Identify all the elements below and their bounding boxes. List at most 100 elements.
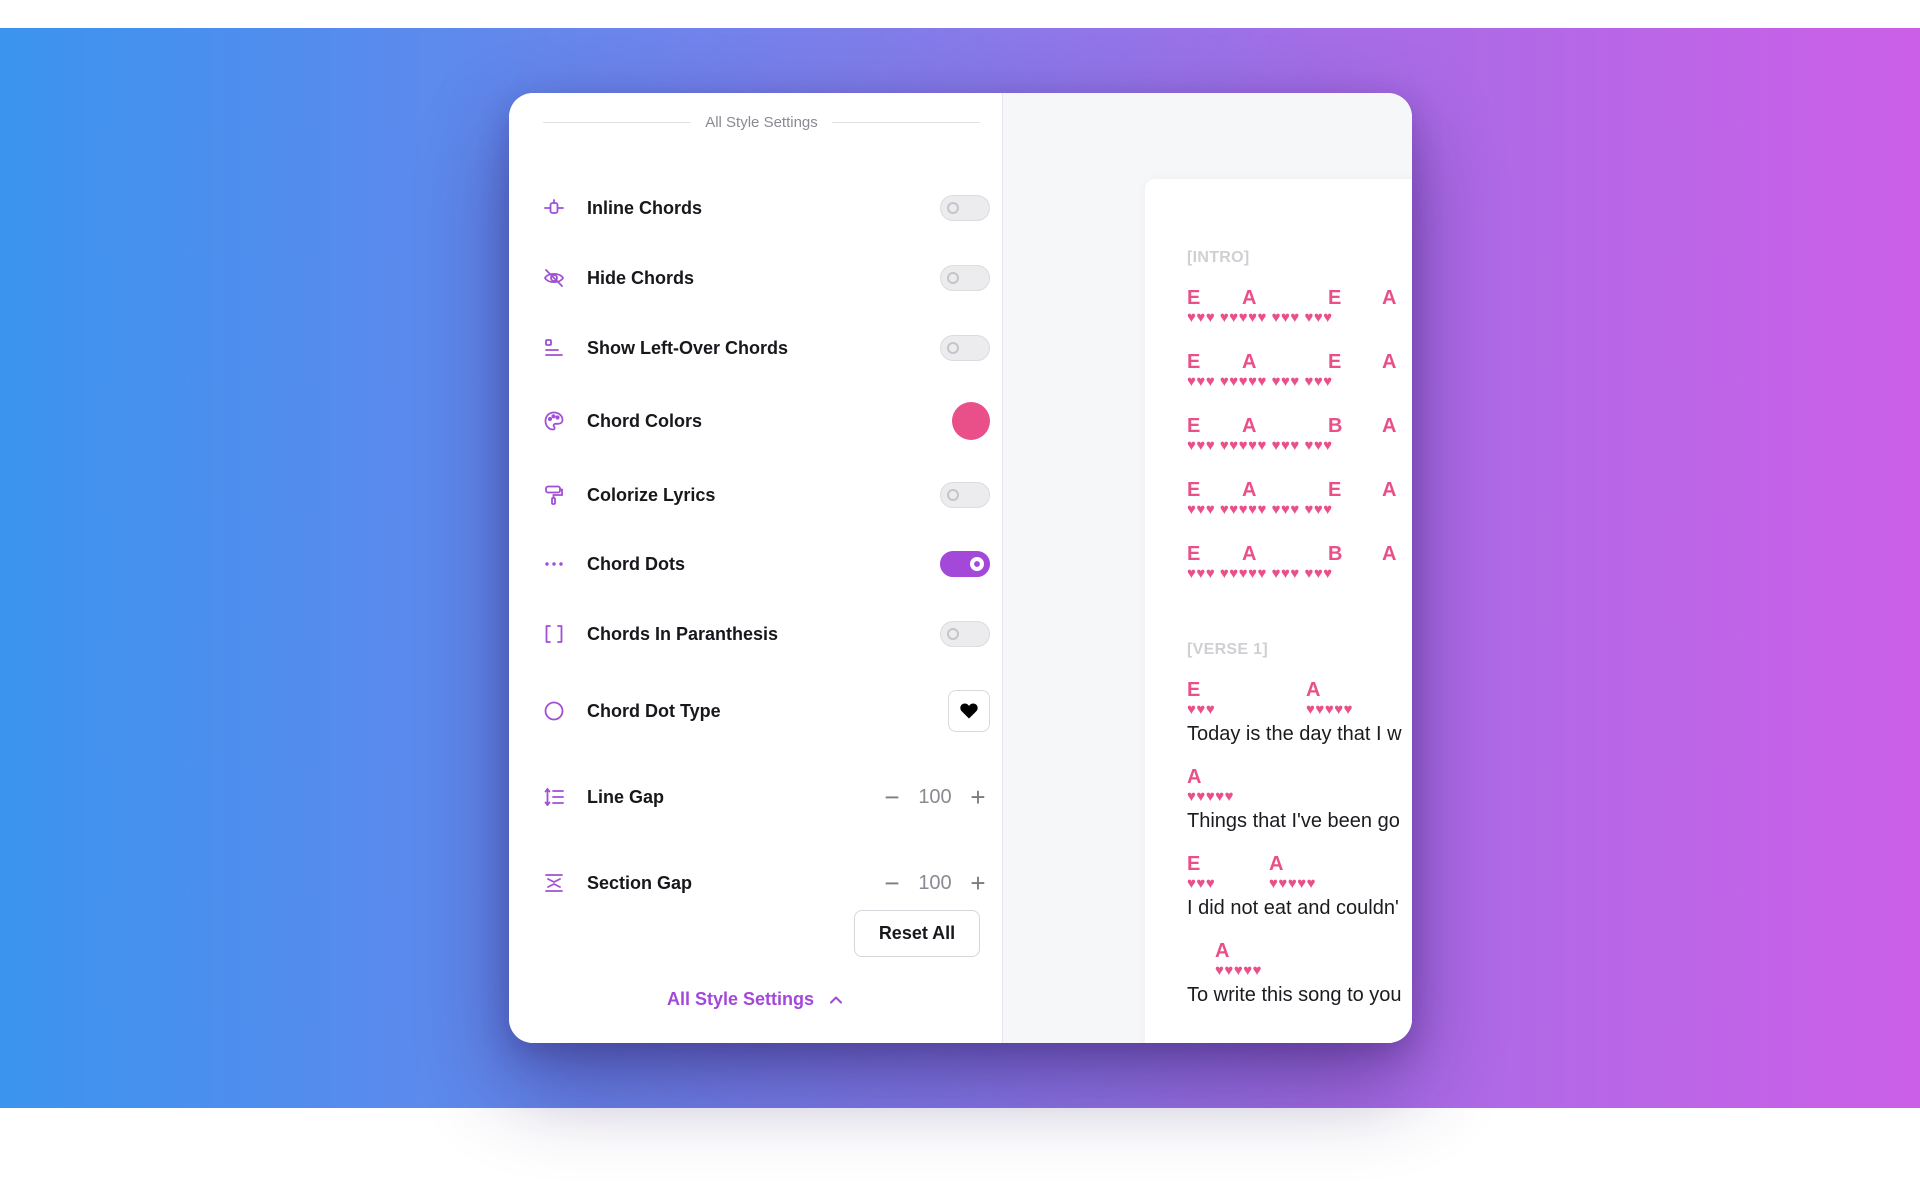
verse-line: E A ♥♥♥ ♥♥♥♥♥ Today is the day that I w xyxy=(1187,679,1412,759)
panel-header-title: All Style Settings xyxy=(705,113,818,131)
setting-chords-in-paranthesis: Chords In Paranthesis xyxy=(543,612,990,656)
lyric-line: Things that I've been go xyxy=(1187,810,1400,832)
song-preview: [INTRO] E A E A ♥♥♥ ♥♥♥♥♥ ♥♥♥ ♥♥♥ E A E … xyxy=(1003,93,1412,1043)
chord: E xyxy=(1328,351,1342,373)
line-gap-icon xyxy=(543,786,565,808)
toggle-knob xyxy=(947,202,959,214)
chord: A xyxy=(1306,679,1321,701)
chord: A xyxy=(1382,543,1397,565)
chord: B xyxy=(1328,543,1343,565)
setting-label: Show Left-Over Chords xyxy=(587,337,789,358)
chord: A xyxy=(1215,940,1230,962)
section-label-verse-1: [VERSE 1] xyxy=(1187,641,1268,658)
chord: A xyxy=(1242,415,1257,437)
chord: E xyxy=(1187,287,1201,309)
circle-icon xyxy=(543,700,565,722)
toggle-knob xyxy=(947,272,959,284)
chord-dots-toggle[interactable] xyxy=(940,551,990,577)
lyric-line: To write this song to you xyxy=(1187,984,1402,1006)
setting-label: Chord Dot Type xyxy=(587,700,721,721)
chord: A xyxy=(1242,479,1257,501)
chord-dots: ♥♥♥♥♥ xyxy=(1187,788,1235,805)
chevron-up-icon xyxy=(828,992,844,1008)
paint-roller-icon xyxy=(543,484,565,506)
section-gap-icon xyxy=(543,872,565,894)
chord: A xyxy=(1382,287,1397,309)
chord: A xyxy=(1242,351,1257,373)
setting-chord-colors: Chord Colors xyxy=(543,399,990,443)
section-gap-value[interactable]: 100 xyxy=(904,872,966,895)
eye-off-icon xyxy=(543,267,565,289)
section-gap-increment-button[interactable]: + xyxy=(966,870,990,896)
chords-in-paranthesis-toggle[interactable] xyxy=(940,621,990,647)
setting-inline-chords: Inline Chords xyxy=(543,186,990,230)
header-divider-right xyxy=(831,121,980,123)
line-gap-stepper: − 100 + xyxy=(880,784,990,810)
section-gap-decrement-button[interactable]: − xyxy=(880,870,904,896)
chord-dot-type-button[interactable] xyxy=(948,690,990,732)
chord-dots: ♥♥♥ ♥♥♥♥♥ ♥♥♥ ♥♥♥ xyxy=(1187,373,1333,390)
app-window: All Style Settings Inline Chords Hide Ch… xyxy=(509,93,1412,1043)
chord: A xyxy=(1187,766,1202,788)
dots-icon xyxy=(543,553,565,575)
setting-chord-dots: Chord Dots xyxy=(543,542,990,586)
chord: E xyxy=(1187,543,1201,565)
chord: E xyxy=(1187,853,1201,875)
lyric-line: I did not eat and couldn' xyxy=(1187,897,1399,919)
line-gap-increment-button[interactable]: + xyxy=(966,784,990,810)
panel-header: All Style Settings xyxy=(543,107,980,137)
chord-dots: ♥♥♥ xyxy=(1187,701,1216,718)
intro-line: E A E A ♥♥♥ ♥♥♥♥♥ ♥♥♥ ♥♥♥ xyxy=(1187,351,1412,393)
chord-dots: ♥♥♥ ♥♥♥♥♥ ♥♥♥ ♥♥♥ xyxy=(1187,437,1333,454)
chord: E xyxy=(1328,287,1342,309)
setting-label: Section Gap xyxy=(587,872,693,893)
all-style-settings-collapse[interactable]: All Style Settings xyxy=(509,989,1002,1010)
chord-dots: ♥♥♥ ♥♥♥♥♥ ♥♥♥ ♥♥♥ xyxy=(1187,501,1333,518)
section-gap-stepper: − 100 + xyxy=(880,870,990,896)
line-gap-decrement-button[interactable]: − xyxy=(880,784,904,810)
hide-chords-toggle[interactable] xyxy=(940,265,990,291)
intro-line: E A B A ♥♥♥ ♥♥♥♥♥ ♥♥♥ ♥♥♥ xyxy=(1187,543,1412,585)
setting-label: Line Gap xyxy=(587,786,665,807)
reset-all-button[interactable]: Reset All xyxy=(854,910,980,957)
chord-dots: ♥♥♥♥♥ xyxy=(1269,875,1317,892)
chord: A xyxy=(1242,287,1257,309)
intro-line: E A E A ♥♥♥ ♥♥♥♥♥ ♥♥♥ ♥♥♥ xyxy=(1187,479,1412,521)
setting-label: Hide Chords xyxy=(587,267,695,288)
verse-line: A ♥♥♥♥♥ To write this song to you xyxy=(1187,940,1412,1020)
chord: E xyxy=(1187,415,1201,437)
chord: A xyxy=(1269,853,1284,875)
chord-color-swatch[interactable] xyxy=(952,402,990,440)
chord: A xyxy=(1242,543,1257,565)
chord: B xyxy=(1328,415,1343,437)
inline-chords-toggle[interactable] xyxy=(940,195,990,221)
verse-line: A ♥♥♥♥♥ Things that I've been go xyxy=(1187,766,1412,846)
chord: A xyxy=(1382,351,1397,373)
song-sheet: [INTRO] E A E A ♥♥♥ ♥♥♥♥♥ ♥♥♥ ♥♥♥ E A E … xyxy=(1145,179,1412,1043)
palette-icon xyxy=(543,410,565,432)
setting-label: Chord Colors xyxy=(587,410,702,431)
chord-dots: ♥♥♥♥♥ xyxy=(1306,701,1354,718)
setting-show-left-over-chords: Show Left-Over Chords xyxy=(543,326,990,370)
colorize-lyrics-toggle[interactable] xyxy=(940,482,990,508)
setting-label: Colorize Lyrics xyxy=(587,484,716,505)
chord: E xyxy=(1187,479,1201,501)
setting-chord-dot-type: Chord Dot Type xyxy=(543,689,990,733)
verse-line: E A ♥♥♥ ♥♥♥♥♥ I did not eat and couldn' xyxy=(1187,853,1412,933)
section-label-intro: [INTRO] xyxy=(1187,249,1250,266)
toggle-knob xyxy=(970,557,984,571)
intro-line: E A B A ♥♥♥ ♥♥♥♥♥ ♥♥♥ ♥♥♥ xyxy=(1187,415,1412,457)
chord: E xyxy=(1328,479,1342,501)
style-settings-panel: All Style Settings Inline Chords Hide Ch… xyxy=(509,93,1002,1043)
intro-line: E A E A ♥♥♥ ♥♥♥♥♥ ♥♥♥ ♥♥♥ xyxy=(1187,287,1412,329)
chord: A xyxy=(1382,479,1397,501)
inline-chords-icon xyxy=(543,197,565,219)
setting-label: Inline Chords xyxy=(587,197,703,218)
lyric-line: Today is the day that I w xyxy=(1187,723,1402,745)
footer-label: All Style Settings xyxy=(666,989,815,1009)
setting-line-gap: Line Gap − 100 + xyxy=(543,775,990,819)
align-left-icon xyxy=(543,337,565,359)
line-gap-value[interactable]: 100 xyxy=(904,786,966,809)
show-left-over-chords-toggle[interactable] xyxy=(940,335,990,361)
chord: A xyxy=(1382,415,1397,437)
